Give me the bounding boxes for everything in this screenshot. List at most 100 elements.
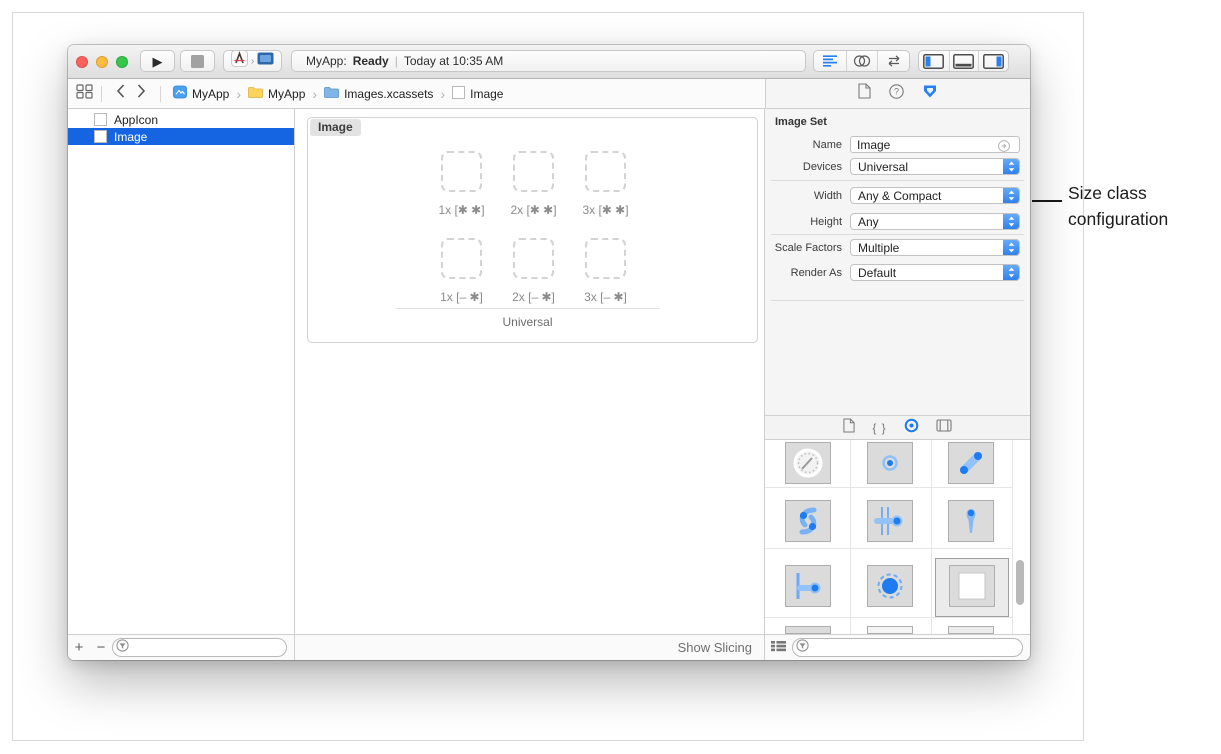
back-chevron-icon: [116, 84, 125, 98]
breadcrumb-label: MyApp: [268, 87, 305, 101]
breadcrumb-group[interactable]: MyApp: [248, 86, 305, 101]
width-row: Width Any & Compact: [771, 187, 1020, 204]
scale-factors-popup[interactable]: Multiple: [850, 239, 1020, 256]
lib-item-gauge[interactable]: [785, 442, 831, 484]
lib-item-image-square[interactable]: [949, 565, 995, 607]
go-forward-button[interactable]: [131, 84, 152, 103]
popup-stepper-icon: [1003, 158, 1020, 175]
toggle-navigator-button[interactable]: [919, 51, 949, 71]
code-snippet-library-tab[interactable]: { }: [872, 421, 886, 435]
add-asset-button[interactable]: +: [68, 639, 90, 656]
stop-button[interactable]: [180, 50, 215, 72]
remove-asset-button[interactable]: −: [90, 639, 112, 656]
status-state: Ready: [353, 54, 389, 68]
grid-line: [850, 440, 851, 634]
xcassets-folder-icon: [324, 86, 339, 101]
render-as-row: Render As Default: [771, 264, 1020, 281]
asset-list-item-image[interactable]: Image: [68, 128, 294, 145]
image-well[interactable]: [513, 238, 554, 279]
breadcrumb-imageset[interactable]: Image: [452, 86, 503, 102]
version-editor-button[interactable]: [877, 51, 909, 71]
media-library-tab[interactable]: [936, 419, 952, 437]
slot-label: 1x [✱ ✱]: [438, 203, 484, 217]
breadcrumb-separator: ›: [235, 86, 242, 102]
jump-to-arrow-icon[interactable]: [998, 139, 1010, 157]
grid-line: [931, 440, 932, 634]
activity-status-view: MyApp: Ready | Today at 10:35 AM: [291, 50, 806, 72]
close-window-button[interactable]: [76, 56, 88, 68]
slot-3x-any-any[interactable]: 3x [✱ ✱]: [585, 151, 626, 192]
version-editor-icon: [885, 54, 903, 68]
attributes-inspector-tab[interactable]: [922, 84, 938, 104]
image-well[interactable]: [585, 238, 626, 279]
slot-1x-any-any[interactable]: 1x [✱ ✱]: [441, 151, 482, 192]
image-well[interactable]: [441, 151, 482, 192]
divider: [395, 308, 660, 309]
file-inspector-tab[interactable]: [858, 83, 871, 104]
assistant-editor-button[interactable]: [846, 51, 878, 71]
object-library-tab[interactable]: [904, 418, 919, 438]
comet-icon: [872, 503, 908, 539]
devices-row: Devices Universal: [771, 158, 1020, 175]
bottom-bar: + − Show Slicing: [68, 634, 1030, 660]
popup-value: Universal: [858, 160, 908, 174]
scheme-selector[interactable]: ›: [223, 50, 282, 72]
asset-filter-field[interactable]: [112, 638, 287, 657]
breadcrumb: MyApp › MyApp › Images.xcassets › Image: [173, 85, 503, 102]
image-square-icon: [954, 568, 990, 604]
asset-list-item-appicon[interactable]: AppIcon: [68, 111, 294, 128]
lib-item-partial[interactable]: [785, 626, 831, 634]
lib-item-partial[interactable]: [867, 626, 913, 634]
standard-editor-button[interactable]: [814, 51, 846, 71]
render-as-popup[interactable]: Default: [850, 264, 1020, 281]
devices-popup[interactable]: Universal: [850, 158, 1020, 175]
breadcrumb-project[interactable]: MyApp: [173, 85, 229, 102]
width-popup[interactable]: Any & Compact: [850, 187, 1020, 204]
lib-item-dot-ring[interactable]: [867, 442, 913, 484]
toggle-debug-area-button[interactable]: [949, 51, 979, 71]
show-slicing-button[interactable]: Show Slicing: [678, 640, 752, 655]
lib-item-swirl[interactable]: [785, 500, 831, 542]
grid-line: [765, 487, 1012, 488]
slot-2x-compact-any[interactable]: 2x [– ✱]: [513, 238, 554, 279]
slot-1x-compact-any[interactable]: 1x [– ✱]: [441, 238, 482, 279]
minimize-window-button[interactable]: [96, 56, 108, 68]
name-field[interactable]: [850, 136, 1020, 153]
divider: [160, 86, 161, 102]
slot-3x-compact-any[interactable]: 3x [– ✱]: [585, 238, 626, 279]
forward-chevron-icon: [137, 84, 146, 98]
height-popup[interactable]: Any: [850, 213, 1020, 230]
image-well[interactable]: [441, 238, 482, 279]
library-filter-input[interactable]: [812, 640, 1022, 655]
toggle-utilities-button[interactable]: [978, 51, 1008, 71]
lib-item-pulse-circle[interactable]: [867, 565, 913, 607]
list-view-toggle[interactable]: [771, 639, 786, 657]
dot-ring-icon: [872, 445, 908, 481]
related-items-button[interactable]: [76, 84, 93, 104]
editor-mode-segmented-control: [813, 50, 910, 72]
lib-item-link-dots[interactable]: [948, 442, 994, 484]
image-well[interactable]: [585, 151, 626, 192]
callout-label: Size class configuration: [1068, 180, 1200, 232]
image-well[interactable]: [513, 151, 554, 192]
asset-filter-input[interactable]: [132, 640, 286, 655]
lib-item-partial[interactable]: [948, 626, 994, 634]
lib-item-flag[interactable]: [785, 565, 831, 607]
slot-2x-any-any[interactable]: 2x [✱ ✱]: [513, 151, 554, 192]
divider: [101, 86, 102, 102]
appicon-set-icon: [94, 113, 107, 126]
breadcrumb-label: Images.xcassets: [344, 87, 433, 101]
lib-item-comet[interactable]: [867, 500, 913, 542]
scrollbar-thumb[interactable]: [1016, 560, 1024, 605]
breadcrumb-xcassets[interactable]: Images.xcassets: [324, 86, 433, 101]
pin-icon: [953, 503, 989, 539]
quick-help-tab[interactable]: ?: [889, 84, 904, 104]
go-back-button[interactable]: [110, 84, 131, 103]
zoom-window-button[interactable]: [116, 56, 128, 68]
media-library-grid: [765, 440, 1030, 634]
run-button[interactable]: ▶: [140, 50, 175, 72]
image-set-editor: Image 1x [✱ ✱] 2x [✱ ✱] 3x [✱ ✱] 1x [– ✱…: [295, 109, 765, 634]
file-template-library-tab[interactable]: [843, 418, 855, 438]
lib-item-pin[interactable]: [948, 500, 994, 542]
library-filter-field[interactable]: [792, 638, 1023, 657]
